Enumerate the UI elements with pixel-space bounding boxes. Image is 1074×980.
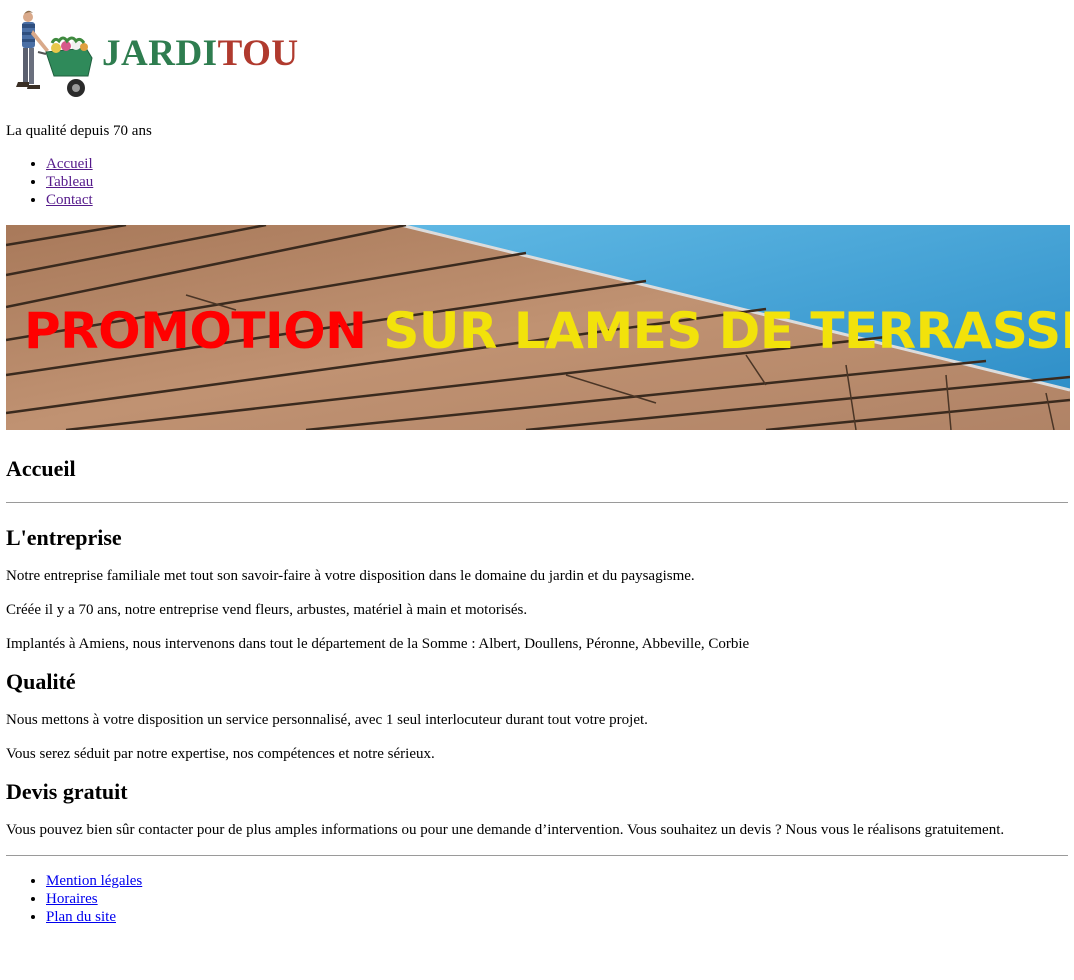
paragraph: Vous pouvez bien sûr contacter pour de p… bbox=[6, 822, 1005, 838]
promo-banner: PROMOTION SUR LAMES DE TERRASSE bbox=[6, 225, 1070, 430]
brand-logo-text: JARDITOU bbox=[102, 34, 299, 74]
brand-part-1: JARDI bbox=[102, 33, 218, 74]
nav-link-contact[interactable]: Contact bbox=[46, 192, 93, 208]
section-heading-qualite: Qualité bbox=[6, 669, 76, 694]
page-title: Accueil bbox=[6, 456, 76, 481]
footer-item-plan: Plan du site bbox=[46, 908, 1068, 926]
divider bbox=[6, 502, 1068, 503]
paragraph: Notre entreprise familiale met tout son … bbox=[6, 568, 695, 584]
section-heading-entreprise: L'entreprise bbox=[6, 525, 122, 550]
footer-link-mentions[interactable]: Mention légales bbox=[46, 873, 142, 889]
banner-text-red: PROMOTION bbox=[24, 302, 367, 360]
footer-link-horaires[interactable]: Horaires bbox=[46, 891, 98, 907]
paragraph: Implantés à Amiens, nous intervenons dan… bbox=[6, 636, 750, 652]
footer-link-plan[interactable]: Plan du site bbox=[46, 909, 116, 925]
tagline: La qualité depuis 70 ans bbox=[6, 123, 152, 139]
nav-item-tableau: Tableau bbox=[46, 173, 1068, 191]
footer-item-mentions: Mention légales bbox=[46, 872, 1068, 890]
nav-item-contact: Contact bbox=[46, 191, 1068, 209]
paragraph: Vous serez séduit par notre expertise, n… bbox=[6, 746, 435, 762]
banner-headline: PROMOTION SUR LAMES DE TERRASSE bbox=[24, 301, 1070, 361]
section-heading-devis: Devis gratuit bbox=[6, 779, 128, 804]
banner-text-yellow: SUR LAMES DE TERRASSE bbox=[383, 302, 1070, 360]
paragraph: Nous mettons à votre disposition un serv… bbox=[6, 712, 648, 728]
brand-part-2: TOU bbox=[217, 33, 299, 74]
footer-item-horaires: Horaires bbox=[46, 890, 1068, 908]
main-nav: Accueil Tableau Contact bbox=[6, 155, 1068, 209]
footer-nav: Mention légales Horaires Plan du site bbox=[6, 872, 1068, 926]
nav-link-tableau[interactable]: Tableau bbox=[46, 174, 93, 190]
site-header: JARDITOU bbox=[6, 0, 1068, 104]
paragraph: Créée il y a 70 ans, notre entreprise ve… bbox=[6, 602, 528, 618]
gardener-wheelbarrow-icon bbox=[8, 8, 98, 102]
divider bbox=[6, 855, 1068, 856]
nav-link-accueil[interactable]: Accueil bbox=[46, 156, 93, 172]
nav-item-accueil: Accueil bbox=[46, 155, 1068, 173]
